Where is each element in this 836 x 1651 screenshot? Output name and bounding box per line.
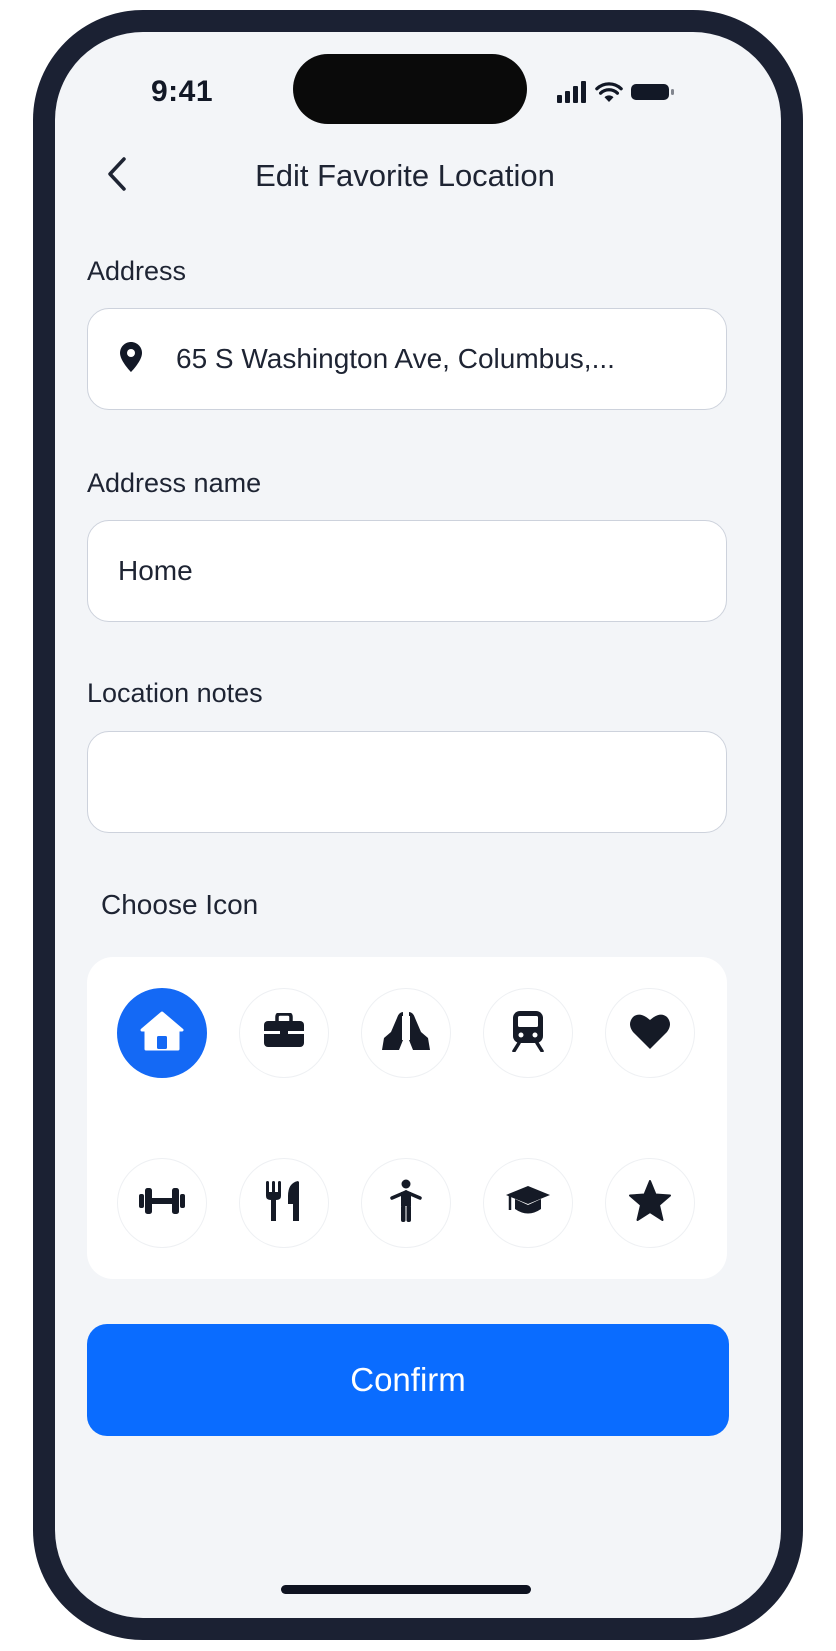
briefcase-icon [263,1011,305,1054]
icon-option-person[interactable] [361,1158,451,1248]
nav-header: Edit Favorite Location [55,144,781,208]
address-value: 65 S Washington Ave, Columbus,... [176,343,615,374]
location-notes-field[interactable] [87,731,727,833]
signal-icon [557,80,587,108]
location-notes-label: Location notes [87,678,263,708]
utensils-icon [264,1180,304,1227]
status-bar: 9:41 [55,32,781,142]
choose-icon-label: Choose Icon [101,889,259,920]
icon-option-dumbbell[interactable] [117,1158,207,1248]
icon-picker [87,957,727,1279]
praying-hands-icon [381,1010,431,1057]
address-label: Address [87,256,187,286]
home-icon [139,1010,185,1057]
battery-icon [631,81,675,108]
app-screen: 9:41 Edit Favorite Location Address 65 S… [55,32,781,1618]
icon-option-home[interactable] [117,988,207,1078]
status-icons [557,80,675,108]
heart-icon [629,1012,671,1055]
address-name-value: Home [118,555,193,586]
icon-option-graduation-cap[interactable] [483,1158,573,1248]
icon-option-briefcase[interactable] [239,988,329,1078]
train-icon [511,1010,545,1057]
graduation-cap-icon [504,1184,552,1223]
icon-option-star[interactable] [605,1158,695,1248]
icon-option-train[interactable] [483,988,573,1078]
status-time: 9:41 [151,75,214,108]
confirm-button[interactable]: Confirm [87,1324,729,1436]
icon-option-utensils[interactable] [239,1158,329,1248]
person-icon [390,1179,422,1228]
wifi-icon [595,81,623,108]
page-title: Edit Favorite Location [255,158,555,193]
icon-option-heart[interactable] [605,988,695,1078]
home-indicator [281,1585,531,1594]
address-name-label: Address name [87,468,262,498]
address-name-field[interactable]: Home [87,520,727,622]
address-field[interactable]: 65 S Washington Ave, Columbus,... [87,308,727,410]
dynamic-island [293,54,527,124]
star-icon [628,1179,672,1227]
map-pin-icon [120,342,142,377]
icon-option-praying-hands[interactable] [361,988,451,1078]
dumbbell-icon [138,1187,186,1220]
